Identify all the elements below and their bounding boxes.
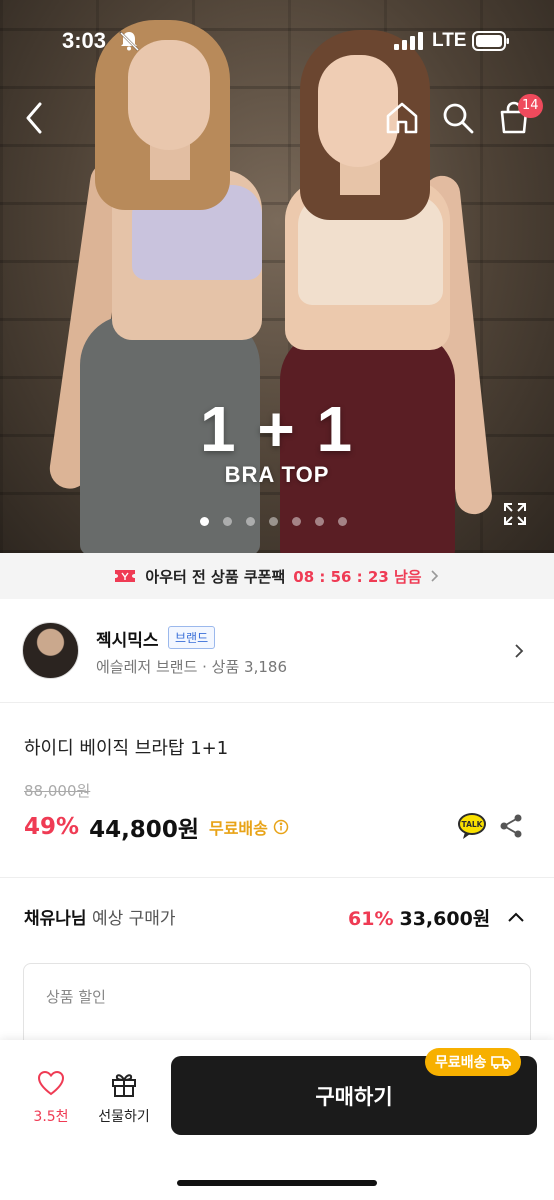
coupon-text: 아우터 전 상품 쿠폰팩 [145,567,286,586]
like-count: 3.5천 [33,1109,69,1125]
expected-price-value: 33,600원 [399,908,491,930]
original-price: 88,000원 [24,782,91,800]
carousel-dot[interactable] [292,517,301,526]
coupon-timer: 08 : 56 : 23 남음 [293,567,422,586]
coupon-banner[interactable]: 아우터 전 상품 쿠폰팩 08 : 56 : 23 남음 [0,553,554,599]
product-discount-label: 상품 할인 [46,988,106,1006]
carousel-dot[interactable] [200,517,209,526]
network-type: LTE [432,30,467,51]
signal-icon [394,32,423,50]
hero-subtitle: BRA TOP [224,462,330,487]
expected-discount-rate: 61% [348,908,394,930]
status-time: 3:03 [62,28,107,53]
free-shipping-tag: 무료배송 [425,1048,521,1076]
section-divider [0,877,554,878]
carousel-dot[interactable] [315,517,324,526]
chevron-up-icon[interactable] [506,910,526,924]
carousel-dot[interactable] [246,517,255,526]
like-button[interactable]: 3.5천 [26,1070,76,1126]
carousel-dot[interactable] [223,517,232,526]
carousel-dot[interactable] [269,517,278,526]
free-shipping-label: 무료배송 [208,819,268,838]
sale-price: 44,800원 [89,817,199,843]
chevron-right-icon [431,570,438,582]
carousel-dot[interactable] [338,517,347,526]
gift-label: 선물하기 [98,1109,150,1125]
bottom-action-bar: 3.5천 선물하기 구매하기 무료배송 [0,1040,554,1200]
bell-muted-icon [119,31,139,51]
brand-meta: 에슬레저 브랜드 · 상품 3,186 [96,658,287,676]
brand-name: 젝시믹스 [96,631,159,651]
free-shipping-tag-label: 무료배송 [435,1055,487,1071]
coupon-icon [115,570,136,582]
kakaotalk-share-icon[interactable]: TALK [457,812,487,840]
price-row: 49% 44,800원 무료배송 [24,810,289,844]
status-bar: 3:03 LTE [0,0,554,80]
brand-row[interactable]: 젝시믹스 브랜드 에슬레저 브랜드 · 상품 3,186 [0,600,554,703]
discount-rate: 49% [24,814,80,840]
user-name: 채유나님 [24,909,87,929]
expected-price: 61% 33,600원 [348,904,490,931]
expected-label: 예상 구매가 [86,909,176,929]
chevron-right-icon[interactable] [512,642,526,660]
search-icon[interactable] [440,100,476,136]
carousel-dots [200,517,347,526]
gift-icon [112,1074,136,1097]
heart-icon [37,1070,65,1096]
info-icon[interactable] [273,819,289,835]
share-icon[interactable] [499,813,523,839]
home-indicator [177,1180,377,1186]
brand-avatar [22,622,79,679]
home-icon[interactable] [384,100,420,136]
truck-icon [490,1056,511,1069]
product-image-carousel[interactable]: 1 + 1 BRA TOP [0,0,554,553]
cart-count-badge: 14 [518,94,543,118]
expected-price-label: 채유나님 예상 구매가 [24,904,176,929]
brand-badge: 브랜드 [168,626,216,649]
product-name: 하이디 베이직 브라탑 1+1 [24,738,229,759]
expand-icon[interactable] [502,501,528,527]
hero-title: 1 + 1 [199,393,355,465]
battery-icon [472,31,509,51]
gift-button[interactable]: 선물하기 [92,1070,156,1126]
back-icon[interactable] [18,98,52,138]
svg-text:TALK: TALK [462,820,484,829]
